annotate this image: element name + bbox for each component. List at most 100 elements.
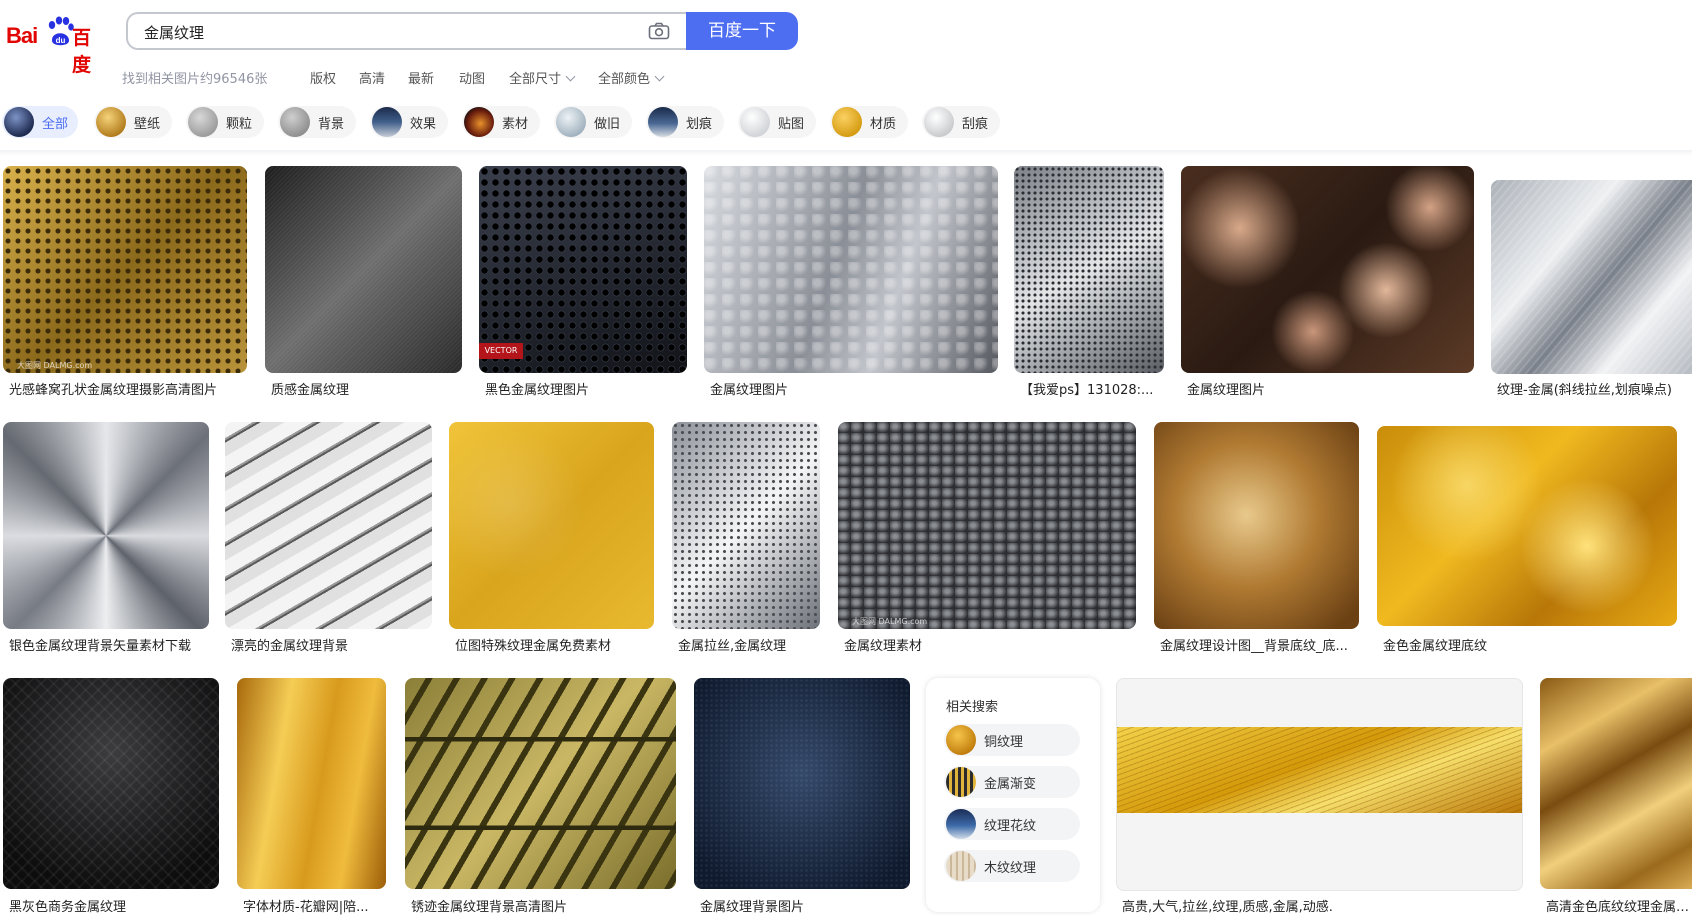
gold-strip (1117, 727, 1522, 813)
filter-animated[interactable]: 动图 (459, 68, 485, 87)
logo-text-chinese: 百度 (72, 27, 92, 76)
chip-grain[interactable]: 颗粒 (186, 106, 264, 138)
divider (0, 150, 1692, 156)
search-button[interactable]: 百度一下 (686, 12, 798, 50)
image-result[interactable]: 质感金属纹理 (265, 166, 462, 398)
image-result[interactable]: 金属纹理图片 (704, 166, 998, 398)
image-result[interactable]: 金属纹理设计图__背景底纹_底... (1154, 422, 1359, 654)
watermark: 大图网 DALMG.com (852, 617, 928, 626)
chip-thumb (832, 107, 862, 137)
image-result[interactable]: 高贵,大气,拉丝,纹理,质感,金属,动感. (1116, 678, 1523, 915)
chevron-down-icon (565, 71, 576, 82)
camera-icon[interactable] (648, 22, 670, 40)
result-caption: 光感蜂窝孔状金属纹理摄影高清图片 (9, 383, 218, 398)
chip-label: 全部 (42, 117, 69, 132)
chip-label: 素材 (502, 117, 529, 132)
result-image (265, 166, 462, 373)
color-dropdown[interactable]: 全部颜色 (598, 68, 665, 87)
chip-thumb (372, 107, 402, 137)
chip-thumb (464, 107, 494, 137)
chip-label: 贴图 (778, 117, 805, 132)
image-result[interactable]: 【我爱ps】131028:... (1014, 166, 1164, 398)
result-image (237, 678, 386, 889)
result-image (1116, 678, 1523, 891)
chip-all[interactable]: 全部 (2, 106, 78, 138)
related-item[interactable]: 金属渐变 (944, 766, 1080, 798)
logo-text-latin: Bai (6, 23, 38, 48)
search-input[interactable] (142, 14, 626, 50)
result-image (405, 678, 676, 889)
filter-latest[interactable]: 最新 (408, 68, 434, 87)
chip-scratch[interactable]: 划痕 (646, 106, 724, 138)
related-item[interactable]: 纹理花纹 (944, 808, 1080, 840)
related-item-label: 金属渐变 (984, 777, 1037, 792)
chip-scrape[interactable]: 刮痕 (922, 106, 1000, 138)
search-box (126, 12, 686, 50)
image-result[interactable]: 漂亮的金属纹理背景 (225, 422, 432, 654)
related-thumb (946, 767, 976, 797)
watermark: 大图网 DALMG.com (17, 361, 93, 370)
result-caption: 高清金色底纹纹理金属质感 (1546, 900, 1692, 915)
chip-label: 背景 (318, 117, 345, 132)
result-caption: 银色金属纹理背景矢量素材下载 (9, 639, 192, 654)
chip-texture-map[interactable]: 贴图 (738, 106, 816, 138)
result-count: 找到相关图片约96546张 (122, 72, 268, 87)
filter-copyright[interactable]: 版权 (310, 68, 336, 87)
related-item[interactable]: 木纹纹理 (944, 850, 1080, 882)
color-dropdown-label: 全部颜色 (598, 72, 651, 87)
result-caption: 【我爱ps】131028:... (1020, 383, 1154, 398)
result-image (449, 422, 654, 629)
baidu-logo[interactable]: Bai du 百度 (6, 14, 106, 76)
image-result[interactable]: 高清金色底纹纹理金属质感 (1540, 678, 1692, 915)
image-result[interactable]: 纹理-金属(斜线拉丝,划痕噪点) (1491, 166, 1692, 398)
image-result[interactable]: 位图特殊纹理金属免费素材 (449, 422, 654, 654)
chip-thumb (4, 107, 34, 137)
chip-distressed[interactable]: 做旧 (554, 106, 632, 138)
image-result[interactable]: 金色金属纹理底纹 (1377, 422, 1677, 654)
chip-background[interactable]: 背景 (278, 106, 356, 138)
result-caption: 锈迹金属纹理背景高清图片 (411, 900, 568, 915)
result-caption: 位图特殊纹理金属免费素材 (455, 639, 612, 654)
result-caption: 金属纹理背景图片 (700, 900, 805, 915)
result-caption: 金属纹理图片 (1187, 383, 1266, 398)
related-thumb (946, 851, 976, 881)
chip-label: 壁纸 (134, 117, 161, 132)
image-result[interactable]: 金属拉丝,金属纹理 (672, 422, 820, 654)
chip-thumb (740, 107, 770, 137)
result-image (1491, 180, 1692, 374)
chip-label: 效果 (410, 117, 437, 132)
chip-wallpaper[interactable]: 壁纸 (94, 106, 172, 138)
chip-effect[interactable]: 效果 (370, 106, 448, 138)
chip-label: 刮痕 (962, 117, 989, 132)
chip-thumb (188, 107, 218, 137)
chip-label: 材质 (870, 117, 897, 132)
result-caption: 金属纹理设计图__背景底纹_底... (1160, 639, 1348, 654)
result-caption: 金色金属纹理底纹 (1383, 639, 1488, 654)
filter-hd[interactable]: 高清 (359, 68, 385, 87)
result-image (1181, 166, 1474, 373)
chip-texture[interactable]: 材质 (830, 106, 908, 138)
chip-label: 划痕 (686, 117, 713, 132)
size-dropdown[interactable]: 全部尺寸 (509, 68, 576, 87)
chip-material[interactable]: 素材 (462, 106, 540, 138)
image-result[interactable]: 银色金属纹理背景矢量素材下载 (3, 422, 209, 654)
chip-thumb (648, 107, 678, 137)
image-result[interactable]: 锈迹金属纹理背景高清图片 (405, 678, 676, 915)
image-result[interactable]: VECTOR 黑色金属纹理图片 (479, 166, 687, 398)
result-image (672, 422, 820, 629)
vector-tag: VECTOR (479, 343, 523, 359)
image-result[interactable]: 字体材质-花瓣网|陪... (237, 678, 386, 915)
related-item[interactable]: 铜纹理 (944, 724, 1080, 756)
result-image (3, 422, 209, 629)
related-item-label: 木纹纹理 (984, 861, 1037, 876)
image-result[interactable]: 黑灰色商务金属纹理 (3, 678, 219, 915)
result-image (1540, 678, 1692, 889)
result-caption: 漂亮的金属纹理背景 (231, 639, 349, 654)
result-image (225, 422, 432, 629)
image-result[interactable]: 金属纹理图片 (1181, 166, 1474, 398)
image-result[interactable]: 金属纹理背景图片 (694, 678, 910, 915)
related-searches-title: 相关搜索 (946, 700, 999, 715)
result-image (1377, 426, 1677, 626)
image-result[interactable]: 大图网 DALMG.com 光感蜂窝孔状金属纹理摄影高清图片 (3, 166, 247, 398)
image-result[interactable]: 大图网 DALMG.com 金属纹理素材 (838, 422, 1136, 654)
